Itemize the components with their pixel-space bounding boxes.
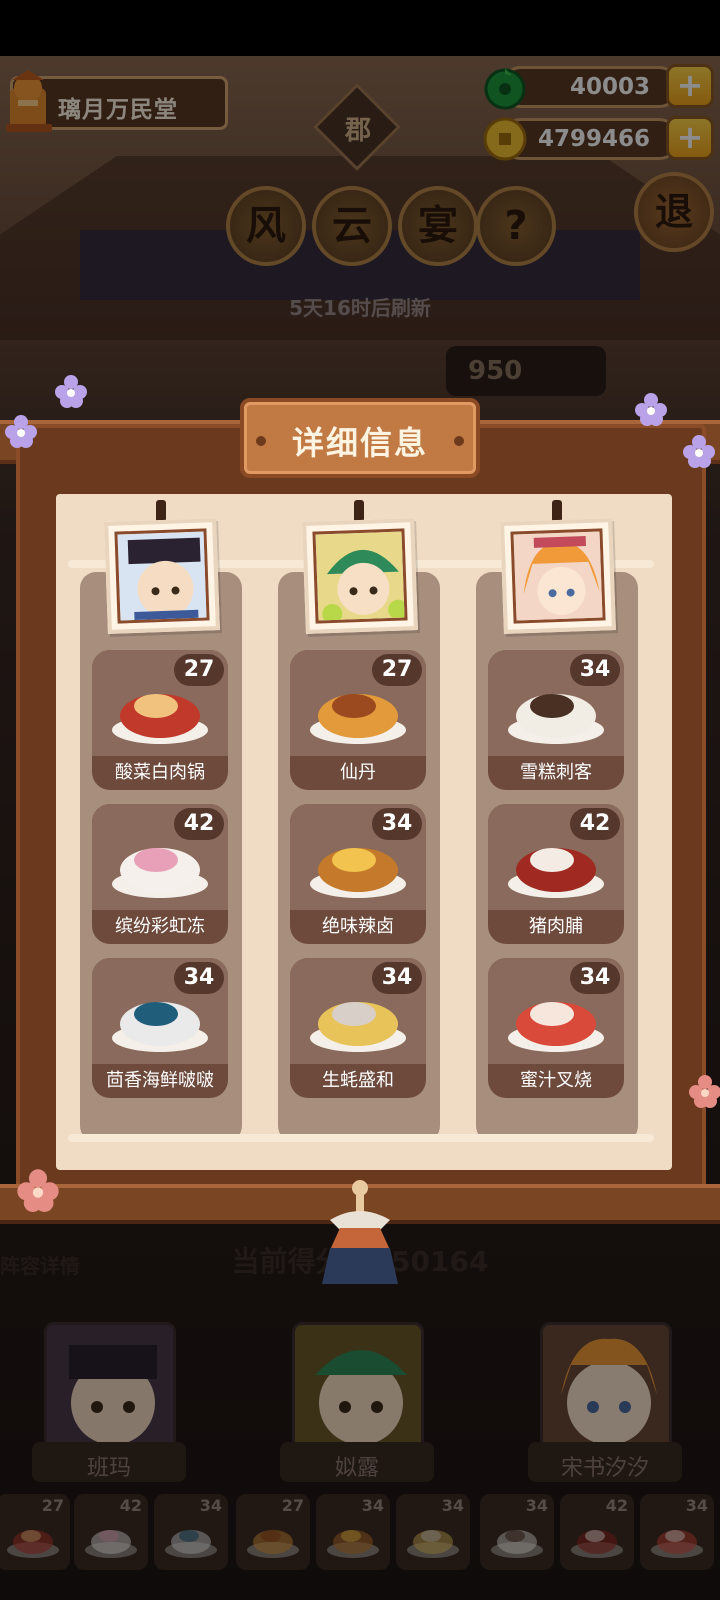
dish-name: 酸菜白肉锅: [115, 762, 205, 783]
dish-name: 茴香海鲜啵啵: [106, 1070, 214, 1091]
dish-card[interactable]: 42 缤纷彩虹冻: [92, 804, 228, 944]
dish-card[interactable]: 42 猪肉脯: [488, 804, 624, 944]
chef-portrait-2: [312, 528, 408, 624]
dish-level-badge: 34: [372, 808, 422, 840]
panel-title: 详细信息: [291, 424, 428, 462]
dish-name: 雪糕刺客: [520, 762, 592, 783]
pink-flower-icon: [689, 1075, 720, 1108]
dish-card[interactable]: 34 蜜汁叉烧: [488, 958, 624, 1098]
chef-portrait-3: [510, 528, 606, 624]
chef-face-1: [117, 531, 210, 624]
flower-decoration-icon: [5, 415, 37, 448]
dish-level-badge: 34: [570, 654, 620, 686]
dish-card[interactable]: 34 雪糕刺客: [488, 650, 624, 790]
dish-level-badge: 34: [372, 962, 422, 994]
game-screen: 璃月万民堂 40003 + 4799466 + 郡 风 云 宴 ? 退 5天16…: [0, 0, 720, 1600]
bottom-rail: [68, 1134, 654, 1142]
dish-card[interactable]: 34 绝味辣卤: [290, 804, 426, 944]
flower-decoration-icon: [683, 435, 715, 468]
dish-level-badge: 34: [570, 962, 620, 994]
dish-card[interactable]: 34 茴香海鲜啵啵: [92, 958, 228, 1098]
dish-name: 猪肉脯: [529, 916, 583, 937]
dish-name: 仙丹: [340, 762, 376, 783]
flower-decoration-icon: [55, 375, 87, 408]
dish-name: 缤纷彩虹冻: [115, 916, 205, 937]
chef-portrait-1: [114, 528, 210, 624]
chef-portrait-frame-1: [104, 518, 220, 634]
tassel-ornament: [322, 1180, 398, 1284]
dish-level-badge: 34: [174, 962, 224, 994]
dish-level-badge: 42: [174, 808, 224, 840]
dish-level-badge: 42: [570, 808, 620, 840]
dish-card[interactable]: 27 仙丹: [290, 650, 426, 790]
chef-portrait-frame-2: [302, 518, 418, 634]
chef-portrait-frame-3: [500, 518, 616, 634]
dish-card[interactable]: 27 酸菜白肉锅: [92, 650, 228, 790]
flower-decoration-icon: [635, 393, 667, 426]
dish-name: 绝味辣卤: [322, 916, 394, 937]
dish-name: 蜜汁叉烧: [520, 1070, 592, 1091]
chef-face-2: [315, 531, 408, 624]
dish-name: 生蚝盛和: [322, 1070, 394, 1091]
chef-face-3: [513, 531, 606, 624]
dish-level-badge: 27: [372, 654, 422, 686]
status-bar: [0, 0, 720, 56]
dish-level-badge: 27: [174, 654, 224, 686]
dish-card[interactable]: 34 生蚝盛和: [290, 958, 426, 1098]
pink-flower-icon: [17, 1169, 59, 1212]
